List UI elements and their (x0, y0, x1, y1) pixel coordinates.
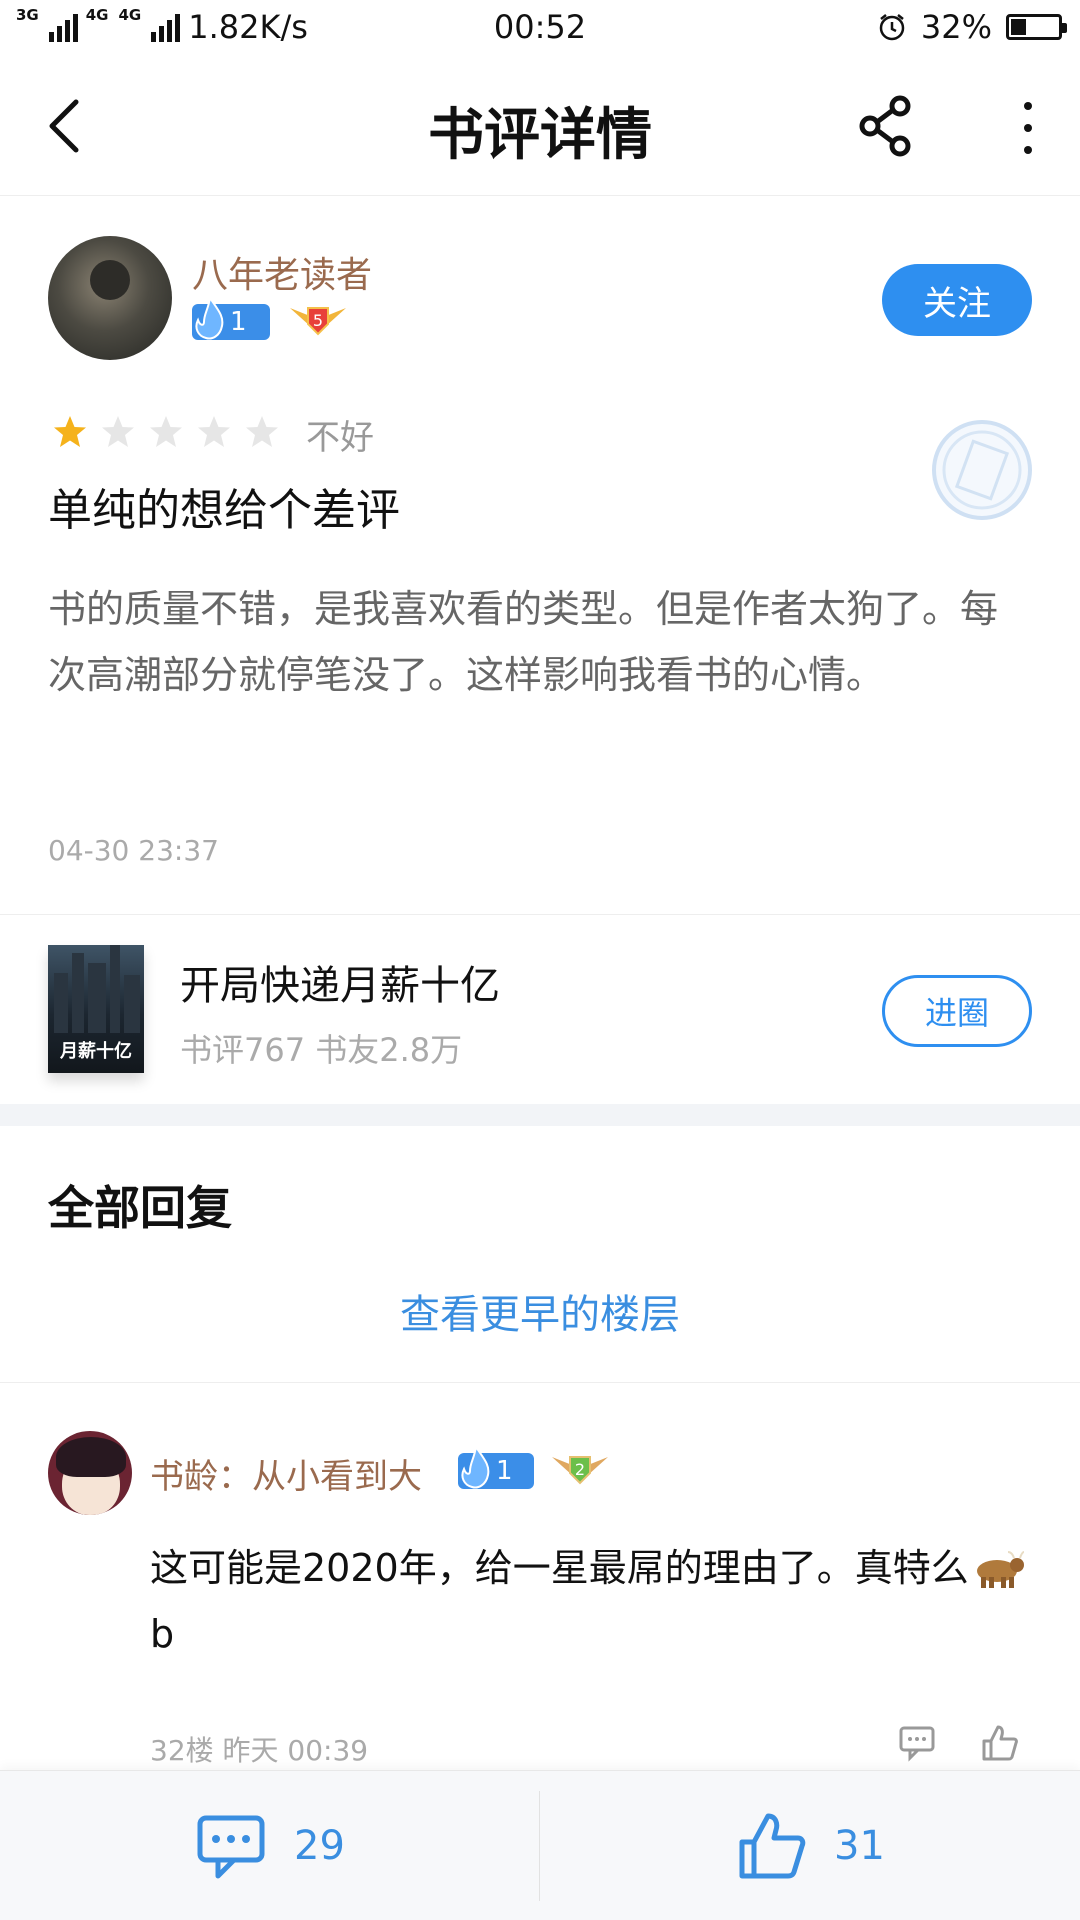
flame-icon (195, 296, 224, 340)
thumbs-up-icon (739, 1813, 806, 1879)
rating-word: 不好 (306, 418, 374, 458)
rank-number: 5 (313, 311, 323, 330)
bottom-action-bar: 29 31 (0, 1770, 1080, 1920)
avatar[interactable] (48, 236, 172, 360)
reply-floor-time: 32楼 昨天 00:39 (150, 1734, 369, 1767)
enter-circle-button[interactable]: 进圈 (882, 975, 1032, 1047)
comment-icon (197, 1815, 265, 1879)
star-empty-icon (246, 416, 278, 447)
reply-text-part: 这可能是2020年，给一星最屌的理由了。真特么 (150, 1546, 969, 1590)
thumbs-up-icon[interactable] (980, 1723, 1020, 1763)
user-level-number: 1 (230, 307, 247, 337)
ox-emoji-icon (976, 1551, 1024, 1588)
review-title: 单纯的想给个差评 (48, 485, 400, 536)
replies-section-title: 全部回复 (48, 1181, 232, 1235)
reply-item: 书龄：从小看到大 1 2 这可能是2020年，给一星最屌的理由了。真特么 b 32… (0, 1383, 1080, 1773)
review-body: 书的质量不错，是我喜欢看的类型。但是作者太狗了。每次高潮部分就停笔没了。这样影响… (48, 587, 999, 697)
comment-count: 29 (294, 1823, 345, 1869)
book-name[interactable]: 开局快递月薪十亿 (180, 953, 500, 1011)
star-empty-icon (150, 416, 182, 447)
user-level-badge: 1 (192, 296, 270, 340)
battery-icon (1006, 14, 1067, 40)
book-cover[interactable]: 月薪十亿 (48, 945, 144, 1073)
like-count: 31 (834, 1823, 885, 1869)
rating-stars (52, 414, 280, 450)
user-level-badge: 1 (458, 1445, 534, 1489)
share-icon[interactable] (856, 94, 920, 158)
reply-text-part: b (150, 1612, 175, 1656)
comment-icon[interactable] (898, 1723, 938, 1763)
star-empty-icon (102, 416, 134, 447)
review-card: 八年老读者 1 5 关注 不好 单纯的想给个差评 书的质量不错，是我喜欢看的类型… (0, 196, 1080, 916)
rank-wing-badge-icon: 2 (552, 1456, 608, 1485)
rank-number: 2 (575, 1460, 585, 1479)
nav-bar: 书评详情 (0, 56, 1080, 196)
battery-percent: 32% (920, 8, 992, 46)
rank-wing-badge-icon: 5 (290, 307, 346, 336)
author-stamp-icon (932, 420, 1032, 520)
book-meta: 书评767 书友2.8万 (180, 1031, 463, 1069)
review-author-name[interactable]: 八年老读者 (192, 246, 372, 298)
more-icon[interactable] (1016, 100, 1040, 156)
section-divider (0, 1104, 1080, 1126)
reply-author-name[interactable]: 书龄：从小看到大 (150, 1449, 422, 1498)
reply-text: 这可能是2020年，给一星最屌的理由了。真特么 b (150, 1535, 1030, 1667)
follow-button[interactable]: 关注 (882, 264, 1032, 336)
flame-icon (461, 1445, 490, 1489)
review-timestamp: 04-30 23:37 (48, 834, 219, 867)
like-button[interactable]: 31 (736, 1771, 885, 1920)
status-bar: 3G 4G 4G 1.82K/s 00:52 32% (0, 0, 1080, 56)
avatar[interactable] (48, 1431, 132, 1515)
user-level-number: 1 (496, 1456, 513, 1486)
star-filled-icon (54, 416, 86, 447)
view-earlier-floors-link[interactable]: 查看更早的楼层 (0, 1282, 1080, 1340)
star-empty-icon (198, 416, 230, 447)
comment-button[interactable]: 29 (196, 1771, 345, 1920)
alarm-icon (879, 14, 905, 41)
divider (539, 1791, 540, 1901)
book-cover-title: 月薪十亿 (60, 1041, 132, 1062)
book-card[interactable]: 月薪十亿 开局快递月薪十亿 书评767 书友2.8万 进圈 (0, 914, 1080, 1104)
